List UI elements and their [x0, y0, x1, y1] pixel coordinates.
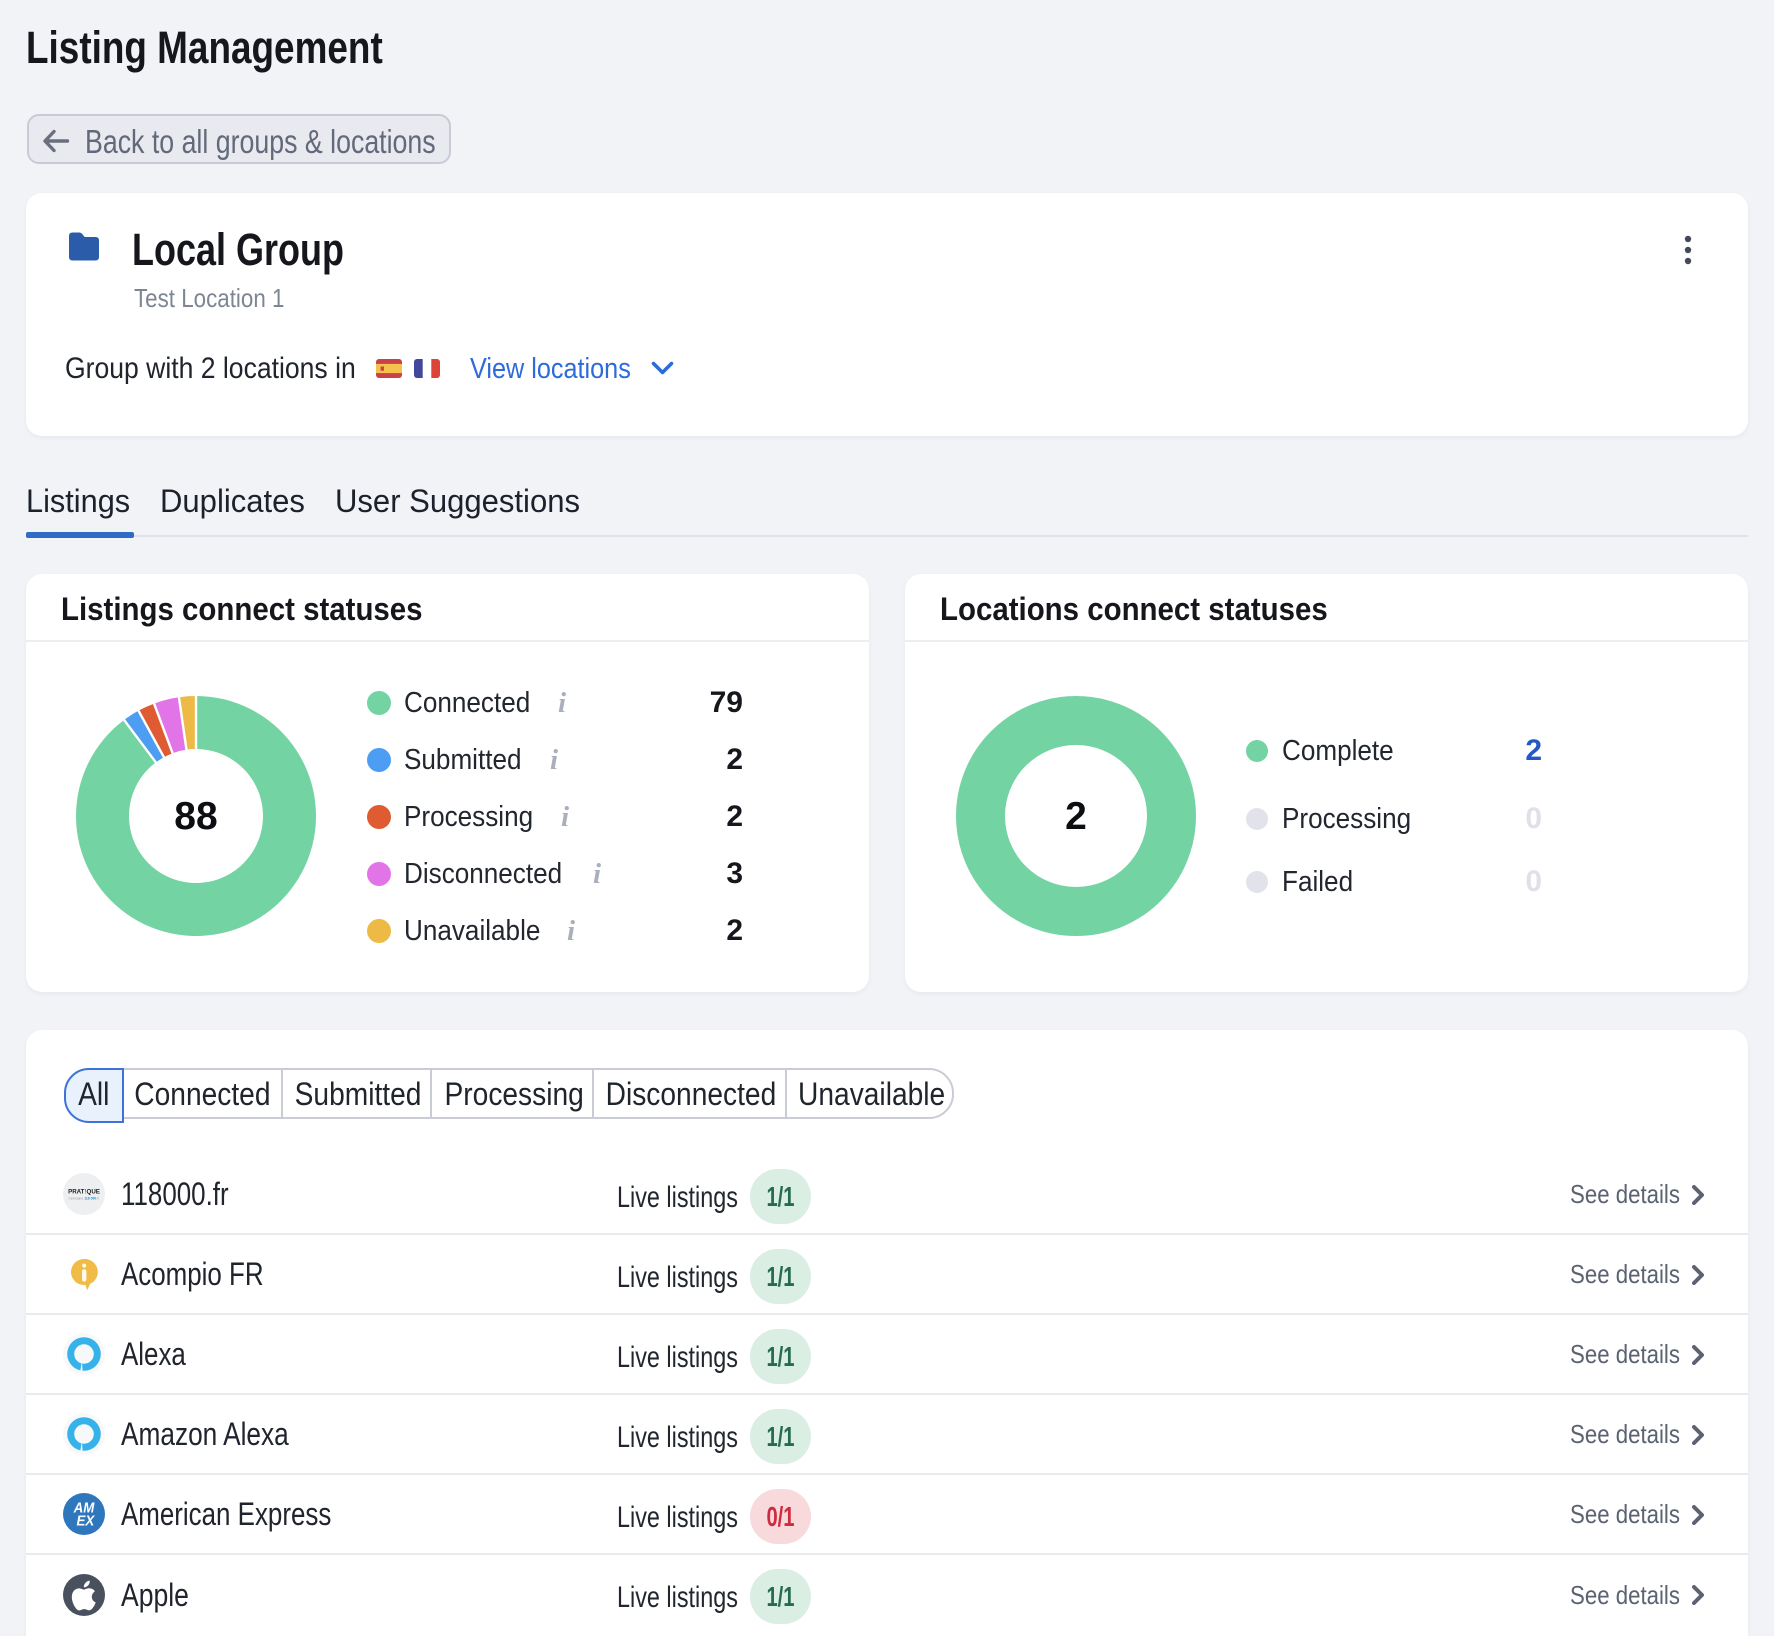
svg-text:EX: EX: [76, 1512, 94, 1529]
svg-text:l'annuaire 118 000.fr: l'annuaire 118 000.fr: [69, 1197, 101, 1201]
svg-text:PRAT!QUE: PRAT!QUE: [68, 1189, 100, 1196]
